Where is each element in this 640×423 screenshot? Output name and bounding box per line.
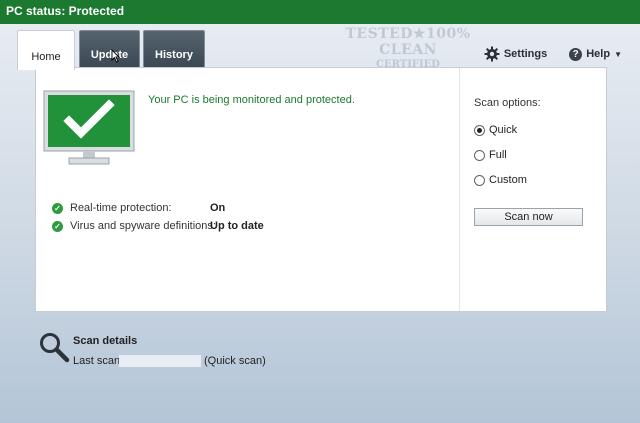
top-links: Settings ? Help ▼ — [484, 44, 622, 64]
radio-label: Quick — [489, 124, 518, 136]
settings-label: Settings — [503, 48, 548, 60]
check-circle-icon: ✓ — [52, 220, 63, 232]
status-value: On — [210, 202, 226, 214]
scan-now-button[interactable]: Scan now — [474, 208, 583, 226]
scan-details-title: Scan details — [73, 335, 138, 347]
check-circle-icon: ✓ — [52, 202, 63, 214]
tab-update[interactable]: Update — [79, 30, 140, 68]
radio-button[interactable] — [474, 124, 485, 136]
monitor-check-icon — [43, 90, 135, 165]
radio-button[interactable] — [474, 174, 485, 186]
last-scan-date-redacted — [119, 355, 201, 367]
last-scan-type: (Quick scan) — [204, 355, 266, 367]
radio-button[interactable] — [474, 149, 485, 161]
protection-status-message: Your PC is being monitored and protected… — [148, 94, 355, 106]
settings-link[interactable]: Settings — [484, 44, 547, 64]
help-link[interactable]: ? Help ▼ — [569, 44, 622, 64]
status-row-definitions: ✓ Virus and spyware definitions: Up to d… — [52, 219, 264, 233]
status-value: Up to date — [210, 220, 264, 232]
status-label: Real-time protection: — [70, 202, 172, 214]
mouse-cursor-icon — [111, 49, 120, 63]
window-title: PC status: Protected — [6, 4, 125, 18]
help-icon: ? — [569, 47, 583, 61]
home-panel: Your PC is being monitored and protected… — [35, 67, 607, 312]
scan-option-custom[interactable]: Custom — [474, 174, 527, 186]
watermark-line1: TESTED★100% CLEAN — [345, 26, 471, 58]
scan-option-quick[interactable]: Quick — [474, 124, 517, 136]
panel-divider — [459, 68, 460, 311]
tab-home[interactable]: Home — [17, 30, 75, 70]
scan-option-full[interactable]: Full — [474, 149, 507, 161]
tab-history[interactable]: History — [143, 30, 205, 68]
scan-options-title: Scan options: — [474, 97, 541, 109]
chevron-down-icon: ▼ — [614, 49, 622, 59]
radio-label: Full — [489, 149, 507, 161]
last-scan-label: Last scan: — [73, 355, 124, 367]
title-bar: PC status: Protected — [0, 0, 640, 24]
gear-icon — [484, 46, 500, 62]
magnifier-icon — [40, 333, 70, 363]
status-label: Virus and spyware definitions: — [70, 220, 216, 232]
radio-label: Custom — [489, 174, 527, 186]
help-label: Help — [586, 48, 611, 60]
status-row-realtime: ✓ Real-time protection: On — [52, 201, 225, 215]
